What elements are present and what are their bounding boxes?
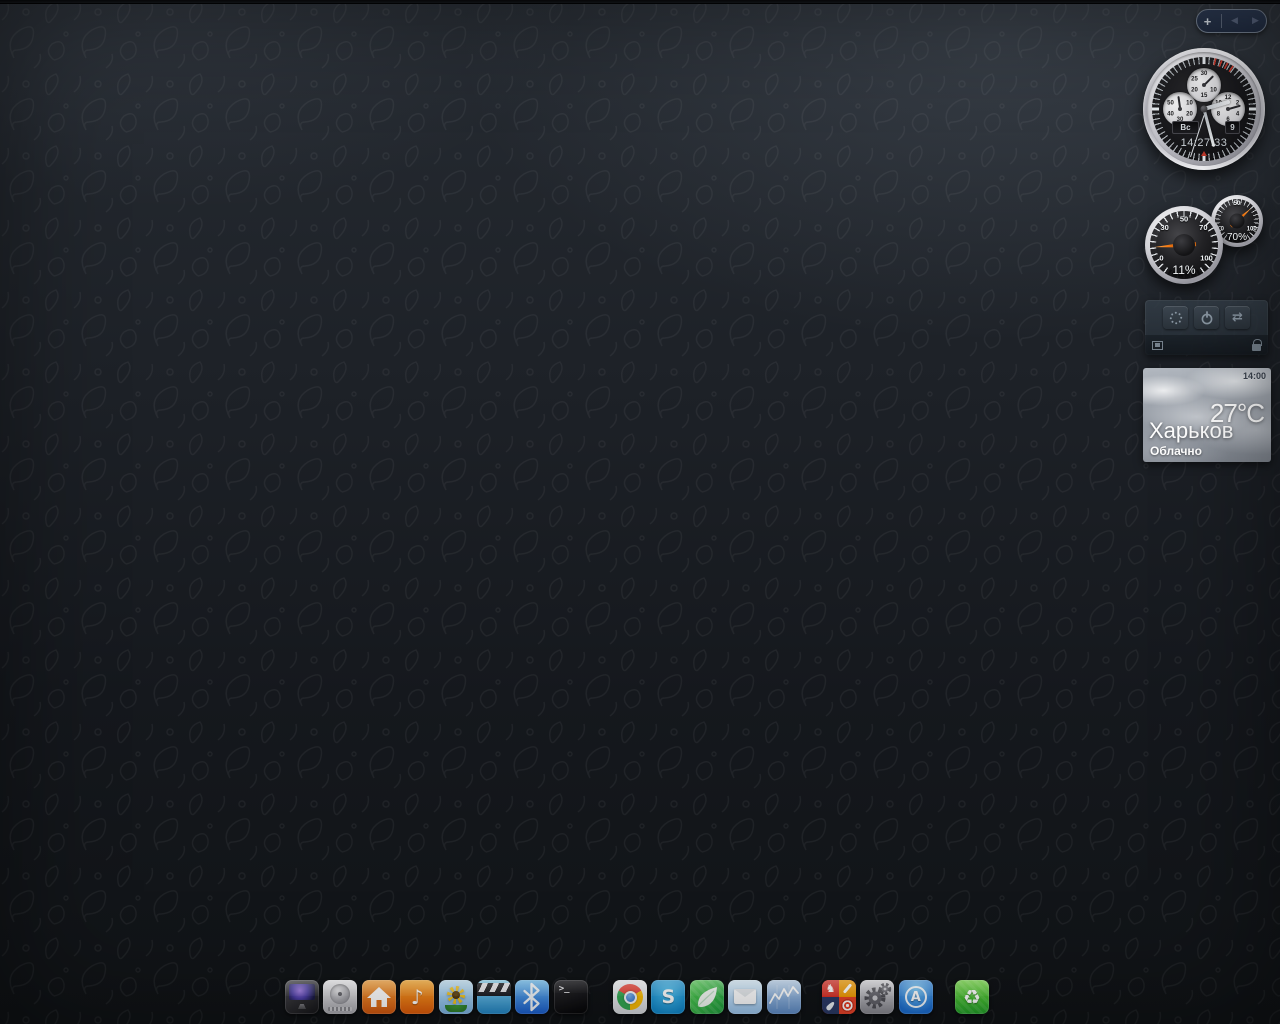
dock-item-home[interactable] [362, 980, 396, 1014]
home-icon [362, 980, 396, 1014]
day-of-week-window: Вс [1172, 121, 1199, 134]
dock-item-photos[interactable] [439, 980, 473, 1014]
subdial-number: 40 [1167, 112, 1174, 118]
gauge-tick-label: 0 [1159, 254, 1163, 263]
dock-group-trash: ♻ [955, 980, 989, 1014]
gauge-value: 11% [1145, 263, 1223, 277]
baseball-bat-icon [843, 983, 852, 993]
add-activity-button[interactable]: + [1200, 15, 1216, 28]
clock-hub [1201, 106, 1208, 113]
music-note-icon: ♪ [400, 980, 434, 1014]
dock-item-settings[interactable] [860, 980, 894, 1014]
screen-vignette [0, 0, 1280, 1024]
dock-item-leaf[interactable] [690, 980, 724, 1014]
terminal-prompt-icon: >_ [559, 984, 570, 994]
subdial-number: 20 [1186, 112, 1193, 118]
subdial-number: 4 [1236, 112, 1239, 118]
dock-item-terminal[interactable]: >_ [554, 980, 588, 1014]
gear-icon [860, 980, 894, 1014]
gauge-tick-label: 50 [1234, 201, 1241, 207]
dock-item-mail[interactable] [728, 980, 762, 1014]
rocket-icon [825, 1000, 835, 1011]
recycle-icon: ♻ [955, 980, 989, 1014]
weather-widget[interactable]: 14:00 27°C Харьков Облачно [1143, 368, 1271, 462]
dock-item-computer[interactable] [285, 980, 319, 1014]
session-panel-widget: ⇄ [1145, 300, 1268, 355]
session-buttons-row: ⇄ [1145, 300, 1268, 335]
shutdown-button[interactable] [1194, 306, 1219, 329]
power-icon [1200, 311, 1214, 325]
wallpaper-damask-pattern [0, 0, 1280, 1024]
switch-user-icon: ⇄ [1232, 310, 1243, 325]
dock-item-music[interactable]: ♪ [400, 980, 434, 1014]
date-window: 9 [1225, 121, 1240, 134]
weather-city: Харьков [1149, 418, 1233, 444]
next-desktop-button[interactable]: ▶ [1248, 17, 1264, 26]
top-panel-collapsed[interactable] [0, 0, 1280, 4]
imac-icon [289, 984, 315, 1000]
subdial-number: 20 [1191, 88, 1198, 94]
desktop-pager: + ◀ ▶ [1196, 9, 1267, 33]
gauge-tick-label: 50 [1180, 215, 1188, 224]
cpu-gauge-widget[interactable]: 0 30 50 70 100 11% [1145, 206, 1223, 284]
dock-item-games[interactable]: ♞ [822, 980, 856, 1014]
appstore-a-icon: A [899, 980, 933, 1014]
subdial-hub [1202, 83, 1206, 87]
bluetooth-icon [515, 980, 549, 1014]
clapperboard-icon [477, 983, 511, 992]
weather-time: 14:00 [1243, 371, 1266, 381]
dart-target-icon [841, 999, 854, 1012]
subdial-number: 10 [1210, 88, 1217, 94]
subdial-hub [1226, 107, 1230, 111]
lock-icon[interactable] [1252, 344, 1261, 351]
leaf-icon [690, 980, 724, 1014]
dock-item-stocks[interactable] [767, 980, 801, 1014]
spinner-icon [1170, 312, 1182, 324]
sleep-button[interactable] [1163, 306, 1188, 329]
gauge-tick-label: 100 [1200, 254, 1213, 263]
gauge-hub [1230, 214, 1245, 229]
dock-item-recycle-bin[interactable]: ♻ [955, 980, 989, 1014]
subdial-number: 10 [1186, 101, 1193, 107]
screen-icon[interactable] [1152, 341, 1163, 350]
gauge-tick-label: 30 [1161, 223, 1169, 232]
dock-item-harddrive[interactable] [323, 980, 357, 1014]
gauge-hub [1173, 234, 1195, 256]
gauge-tick-label: 70 [1199, 223, 1207, 232]
pager-divider [1221, 14, 1222, 28]
stocks-chart-icon [767, 980, 801, 1014]
subdial-number: 8 [1217, 112, 1220, 118]
subdial-number: 50 [1167, 101, 1174, 107]
dock-item-appstore[interactable]: A [899, 980, 933, 1014]
dock-group-system: ♪ >_ [285, 980, 588, 1014]
six-oclock-marker [1201, 151, 1207, 156]
subdial-number: 25 [1191, 77, 1198, 83]
dock-item-bluetooth[interactable] [515, 980, 549, 1014]
digital-time: 14:27:33 [1143, 137, 1265, 149]
dock-group-utilities: ♞ A [822, 980, 933, 1014]
subdial-number: 30 [1201, 71, 1208, 77]
weather-condition: Облачно [1150, 444, 1202, 458]
switch-user-button[interactable]: ⇄ [1225, 306, 1250, 329]
subdial-hub [1178, 107, 1182, 111]
dock-item-chrome[interactable] [613, 980, 647, 1014]
dock-item-skype[interactable]: S [651, 980, 685, 1014]
analog-clock-widget[interactable]: 30 10 15 20 25 10 20 30 40 50 12 2 4 6 8… [1143, 48, 1265, 170]
subdial-number: 15 [1201, 93, 1208, 99]
harddrive-icon [330, 984, 350, 1004]
chess-knight-icon: ♞ [826, 983, 836, 994]
session-status-row [1145, 335, 1268, 355]
dock-item-video[interactable] [477, 980, 511, 1014]
skype-icon: S [651, 980, 685, 1014]
prev-desktop-button[interactable]: ◀ [1227, 17, 1243, 26]
dock-group-internet: S [613, 980, 801, 1014]
